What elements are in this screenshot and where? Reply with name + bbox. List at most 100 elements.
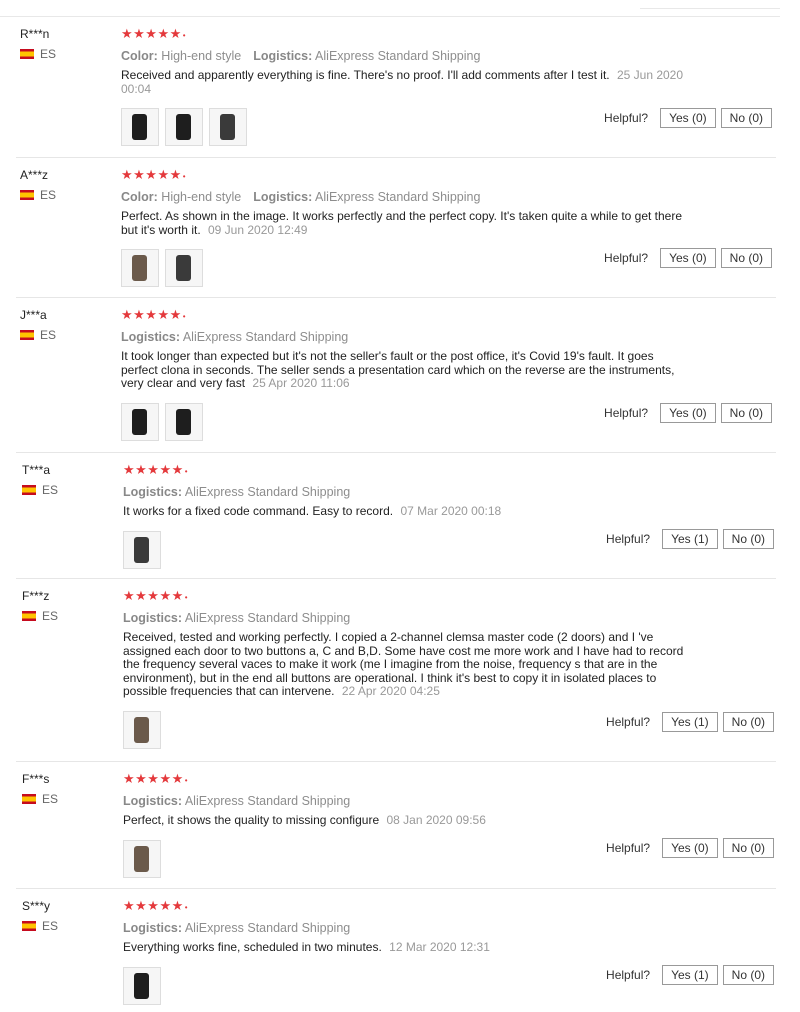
review-item: R***n ES ★★★★★• Color: High-end style Log… (0, 17, 800, 158)
spain-flag-icon (20, 330, 34, 340)
reviewer-info: F***z ES (22, 589, 112, 623)
review-content: ★★★★★• Logistics: AliExpress Standard Sh… (123, 772, 693, 878)
reviewer-country: ES (20, 188, 110, 202)
review-content: ★★★★★• Color: High-end style Logistics: A… (121, 168, 691, 287)
helpful-no-button[interactable]: No (0) (722, 712, 774, 732)
color-value: High-end style (161, 190, 242, 204)
review-date: 07 Mar 2020 00:18 (400, 504, 502, 518)
review-item: T***a ES ★★★★★• Logistics: AliExpress St… (0, 453, 800, 579)
review-item: A***z ES ★★★★★• Color: High-end style Log… (0, 158, 800, 298)
helpful-label: Helpful? (604, 406, 649, 420)
logistics-value: AliExpress Standard Shipping (184, 485, 351, 499)
helpful-vote: Helpful? Yes (0) No (0) (604, 108, 772, 128)
helpful-no-button[interactable]: No (0) (722, 965, 774, 985)
helpful-vote: Helpful? Yes (0) No (0) (606, 838, 774, 858)
review-date: 12 Mar 2020 12:31 (389, 940, 490, 954)
country-code: ES (42, 609, 59, 623)
helpful-label: Helpful? (606, 532, 651, 546)
review-photo-thumbnail[interactable] (165, 108, 203, 146)
logistics-value: AliExpress Standard Shipping (315, 190, 481, 204)
helpful-yes-button[interactable]: Yes (0) (660, 248, 716, 268)
helpful-label: Helpful? (606, 841, 651, 855)
star-rating: ★★★★★• (123, 771, 189, 786)
helpful-vote: Helpful? Yes (1) No (0) (606, 965, 774, 985)
helpful-yes-button[interactable]: Yes (1) (662, 712, 718, 732)
review-photo-thumbnail[interactable] (209, 108, 247, 146)
helpful-vote: Helpful? Yes (0) No (0) (604, 248, 772, 268)
review-photo-thumbnail[interactable] (121, 249, 159, 287)
country-code: ES (42, 483, 59, 497)
country-code: ES (42, 919, 59, 933)
review-meta: Color: High-end style Logistics: AliExpre… (121, 49, 481, 63)
review-text: Received and apparently everything is fi… (121, 68, 684, 96)
helpful-vote: Helpful? Yes (0) No (0) (604, 403, 772, 423)
star-rating: ★★★★★• (123, 588, 189, 603)
reviewer-info: F***s ES (22, 772, 112, 806)
helpful-no-button[interactable]: No (0) (720, 108, 772, 128)
review-photo-thumbnail[interactable] (123, 710, 161, 749)
logistics-value: AliExpress Standard Shipping (184, 794, 351, 808)
review-photo-thumbnail[interactable] (123, 530, 161, 569)
country-code: ES (40, 328, 57, 342)
review-meta: Logistics: AliExpress Standard Shipping (121, 330, 349, 344)
country-code: ES (40, 188, 57, 202)
review-date: 22 Apr 2020 04:25 (341, 684, 440, 698)
country-code: ES (40, 47, 57, 61)
logistics-value: AliExpress Standard Shipping (315, 49, 481, 63)
reviewer-country: ES (20, 47, 110, 61)
review-meta: Logistics: AliExpress Standard Shipping (123, 794, 351, 808)
helpful-label: Helpful? (604, 111, 649, 125)
review-meta: Color: High-end style Logistics: AliExpre… (121, 190, 481, 204)
spain-flag-icon (22, 794, 36, 804)
review-text: Everything works fine, scheduled in two … (123, 940, 490, 954)
helpful-no-button[interactable]: No (0) (722, 838, 774, 858)
review-text: It took longer than expected but it's no… (121, 349, 675, 390)
review-photo-thumbnail[interactable] (123, 966, 161, 1005)
review-meta: Logistics: AliExpress Standard Shipping (123, 485, 351, 499)
review-photo-thumbnail[interactable] (121, 402, 159, 441)
review-meta: Logistics: AliExpress Standard Shipping (123, 611, 351, 625)
helpful-vote: Helpful? Yes (1) No (0) (606, 529, 774, 549)
spain-flag-icon (22, 485, 36, 495)
star-rating: ★★★★★• (123, 462, 189, 477)
review-photo-thumbnail[interactable] (121, 108, 159, 146)
spain-flag-icon (20, 49, 34, 59)
review-item: F***z ES ★★★★★• Logistics: AliExpress St… (0, 579, 800, 762)
helpful-yes-button[interactable]: Yes (1) (662, 529, 718, 549)
reviewer-info: R***n ES (20, 27, 110, 61)
star-rating: ★★★★★• (121, 26, 187, 41)
review-photo-thumbnail[interactable] (165, 402, 203, 441)
review-date: 25 Apr 2020 11:06 (252, 376, 350, 390)
helpful-yes-button[interactable]: Yes (0) (660, 108, 716, 128)
review-photo-thumbnail[interactable] (165, 249, 203, 287)
review-item: F***s ES ★★★★★• Logistics: AliExpress St… (0, 762, 800, 889)
reviewer-name: F***s (22, 772, 50, 786)
helpful-no-button[interactable]: No (0) (720, 403, 772, 423)
reviewer-name: R***n (20, 27, 50, 41)
review-date: 09 Jun 2020 12:49 (208, 222, 308, 237)
helpful-yes-button[interactable]: Yes (1) (662, 965, 718, 985)
helpful-no-button[interactable]: No (0) (720, 248, 772, 268)
reviewer-info: T***a ES (22, 463, 112, 497)
helpful-yes-button[interactable]: Yes (0) (660, 403, 716, 423)
helpful-vote: Helpful? Yes (1) No (0) (606, 712, 774, 732)
review-item: S***y ES ★★★★★• Logistics: AliExpress St… (0, 889, 800, 1012)
reviewer-info: J***a ES (20, 308, 110, 342)
helpful-no-button[interactable]: No (0) (722, 529, 774, 549)
helpful-yes-button[interactable]: Yes (0) (662, 838, 718, 858)
helpful-label: Helpful? (606, 968, 651, 982)
reviewer-info: A***z ES (20, 168, 110, 202)
country-code: ES (42, 792, 59, 806)
reviewer-name: T***a (22, 463, 51, 477)
spain-flag-icon (22, 611, 36, 621)
review-photo-thumbnail[interactable] (123, 839, 161, 878)
top-tab-edge (640, 8, 780, 17)
review-content: ★★★★★• Logistics: AliExpress Standard Sh… (123, 899, 693, 1005)
star-rating: ★★★★★• (121, 167, 187, 182)
review-meta: Logistics: AliExpress Standard Shipping (123, 921, 351, 935)
logistics-value: AliExpress Standard Shipping (184, 611, 351, 625)
reviewer-country: ES (20, 328, 110, 342)
reviewer-info: S***y ES (22, 899, 112, 933)
reviewer-name: A***z (20, 168, 49, 182)
review-content: ★★★★★• Logistics: AliExpress Standard Sh… (123, 463, 693, 569)
